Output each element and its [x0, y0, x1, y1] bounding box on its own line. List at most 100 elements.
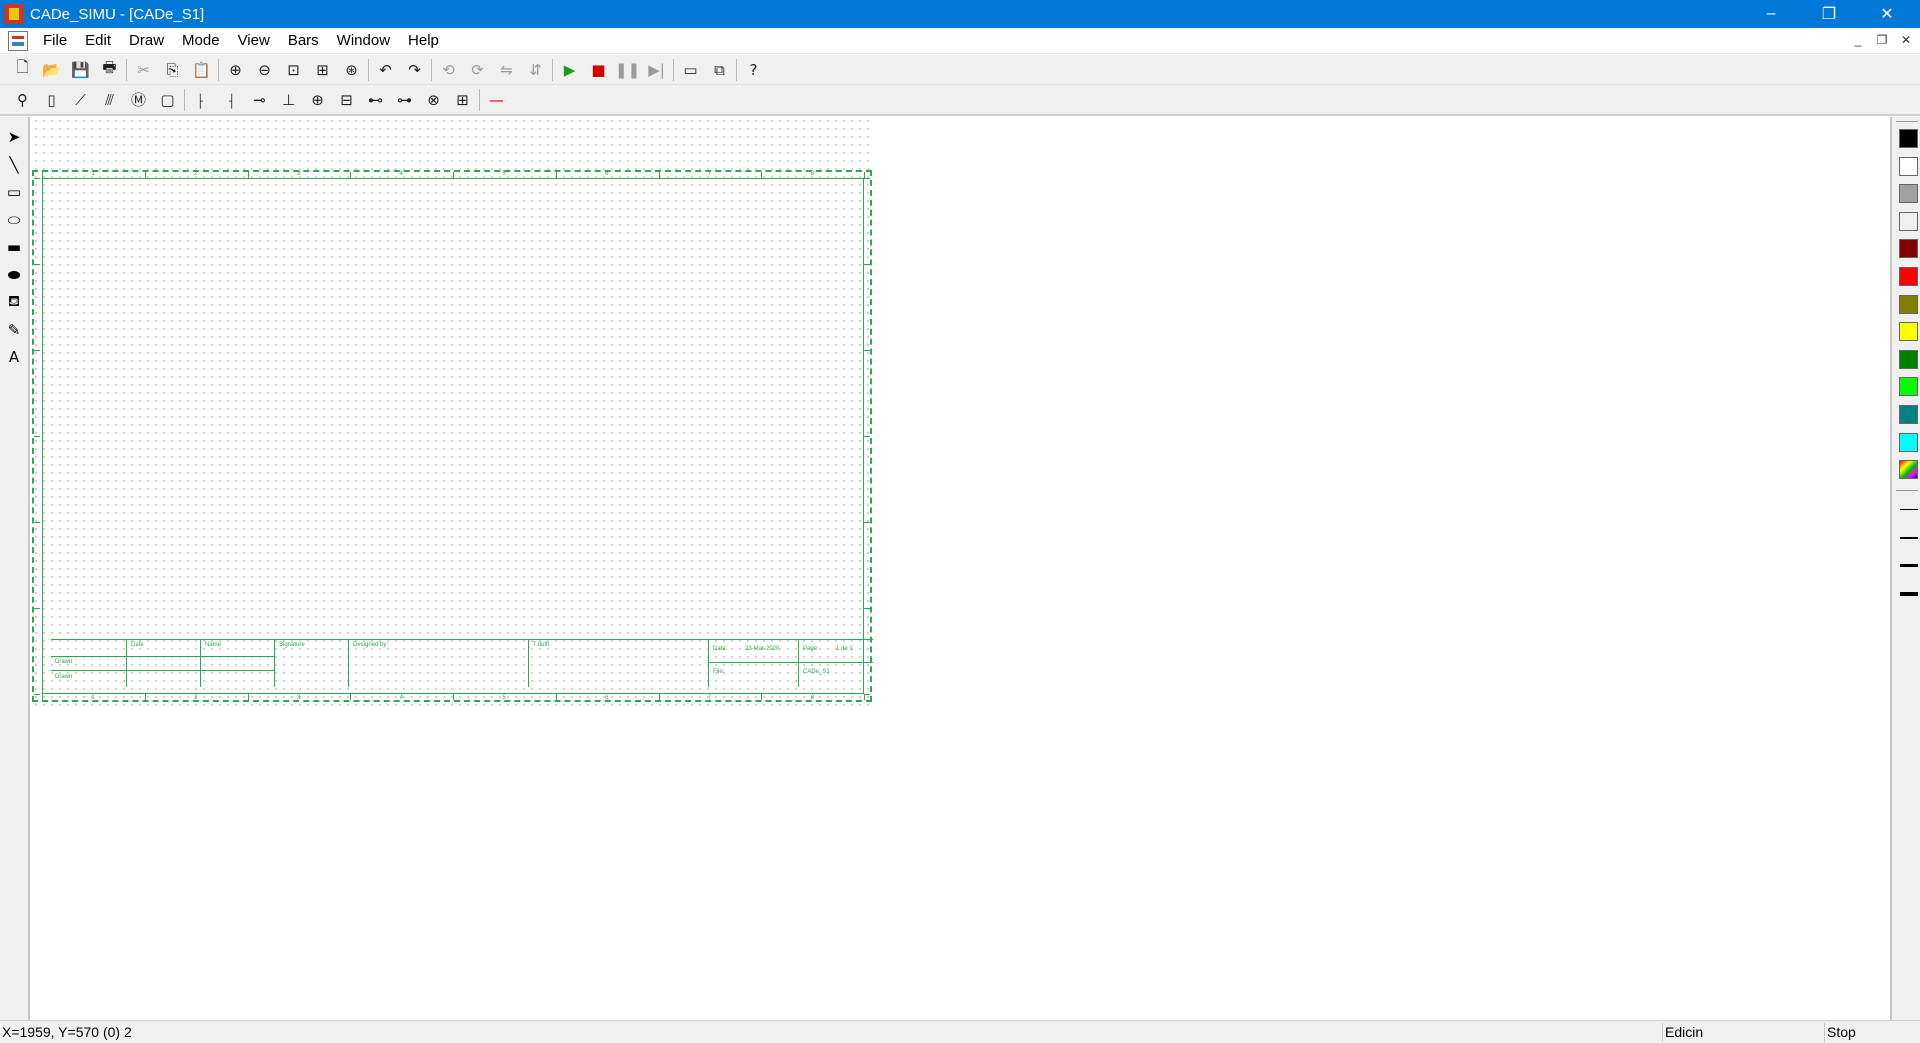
step-icon[interactable]: ▶|	[642, 57, 671, 83]
cade-simu-app-icon	[4, 4, 24, 24]
paste-icon[interactable]: 📋	[187, 57, 216, 83]
three-phase-switch-icon[interactable]: ⫻	[95, 87, 124, 113]
zoom-in-icon[interactable]: ⊕	[221, 57, 250, 83]
mdi-close-button[interactable]: ✕	[1896, 30, 1916, 50]
fuse-icon[interactable]: ▯	[37, 87, 66, 113]
zoom-window-icon[interactable]: ⊡	[279, 57, 308, 83]
pen-icon[interactable]: ✎	[2, 318, 26, 342]
app-window: CADe_SIMU - [CADe_S1] – ❐ ✕ File Edit Dr…	[0, 0, 1920, 1043]
redo-icon[interactable]: ↷	[400, 57, 429, 83]
document-icon[interactable]	[8, 30, 28, 51]
open-folder-icon[interactable]: 📂	[37, 57, 66, 83]
diode-icon[interactable]: ⊸	[245, 87, 274, 113]
tb-signature-label: Signature	[279, 642, 305, 648]
color-swatch[interactable]	[1899, 294, 1918, 314]
tb-page-value: 1 de 1	[836, 646, 853, 652]
color-swatch[interactable]	[1899, 349, 1918, 369]
color-swatch[interactable]	[1899, 184, 1918, 204]
contact-icon[interactable]: ⸠	[187, 87, 216, 113]
mdi-minimize-button[interactable]: _	[1848, 30, 1868, 50]
push-button-icon[interactable]: ⚲	[8, 87, 37, 113]
motor-icon[interactable]: Ⓜ	[124, 87, 153, 113]
sensor-icon[interactable]: ⊷	[361, 87, 390, 113]
menu-mode[interactable]: Mode	[173, 28, 229, 54]
terminal-icon[interactable]: ⊟	[332, 87, 361, 113]
junction-icon[interactable]: ⊥	[274, 87, 303, 113]
ruler-number: 3	[296, 171, 301, 177]
ellipse-icon[interactable]: ⬭	[2, 208, 26, 232]
mirror-horizontal-icon[interactable]: ⇋	[492, 57, 521, 83]
copy-icon[interactable]: ⎘	[158, 57, 187, 83]
menu-draw[interactable]: Draw	[120, 28, 173, 54]
ruler-number: 2	[194, 695, 198, 701]
zoom-all-icon[interactable]: ⊛	[337, 57, 366, 83]
minimize-button[interactable]: –	[1742, 0, 1800, 28]
tb-drawn-label: Drawn	[55, 659, 73, 665]
undo-icon[interactable]: ↶	[371, 57, 400, 83]
color-swatch[interactable]	[1899, 211, 1918, 231]
mdi-restore-button[interactable]: ❐	[1872, 30, 1892, 50]
rotate-left-icon[interactable]: ⟲	[434, 57, 463, 83]
ruler-tick	[350, 172, 352, 178]
lamp-icon[interactable]: ⊗	[419, 87, 448, 113]
menu-view[interactable]: View	[229, 28, 279, 54]
color-swatch[interactable]	[1899, 322, 1918, 342]
node-icon[interactable]: ⊕	[303, 87, 332, 113]
color-swatch[interactable]	[1899, 432, 1918, 452]
menu-bars[interactable]: Bars	[279, 28, 328, 54]
resistor-icon[interactable]: ⊶	[390, 87, 419, 113]
menu-help[interactable]: Help	[399, 28, 448, 54]
color-swatch[interactable]	[1899, 405, 1918, 424]
contact-nc-icon[interactable]: ⸡	[216, 87, 245, 113]
select-arrow-icon[interactable]: ➤	[2, 125, 26, 149]
ruler-number: 5	[502, 171, 506, 177]
drawing-canvas[interactable]: Date Name Signature Designed by: T.duth …	[32, 117, 1888, 1020]
ruler-tick	[453, 694, 454, 700]
color-swatch[interactable]	[1899, 156, 1918, 176]
switch-icon[interactable]: ⟋	[66, 87, 95, 113]
text-icon[interactable]: A	[2, 345, 26, 369]
zoom-page-icon[interactable]: ⊞	[308, 57, 337, 83]
mirror-vertical-icon[interactable]: ⇵	[521, 57, 550, 83]
menu-file[interactable]: File	[34, 28, 76, 54]
windows-icon[interactable]: ⧉	[705, 57, 734, 83]
filled-rectangle-icon[interactable]: ▬	[2, 235, 26, 259]
pause-icon[interactable]: ❚❚	[613, 57, 642, 83]
rectangle-icon[interactable]: ▭	[2, 180, 26, 204]
color-swatch[interactable]	[1899, 267, 1918, 286]
menu-window[interactable]: Window	[328, 28, 399, 54]
color-swatch[interactable]	[1899, 377, 1918, 397]
toolbar-separator	[431, 58, 432, 81]
play-icon[interactable]: ▶	[555, 57, 584, 83]
close-button[interactable]: ✕	[1858, 0, 1916, 28]
stop-icon[interactable]: ■	[584, 57, 613, 83]
filled-ellipse-icon[interactable]: ⬬	[2, 263, 26, 287]
line-width-option[interactable]	[1900, 536, 1918, 539]
color-swatch[interactable]	[1899, 239, 1918, 259]
connector-icon[interactable]: ⊞	[448, 87, 477, 113]
wire-icon[interactable]: —	[482, 87, 511, 113]
restore-button[interactable]: ❐	[1800, 0, 1858, 28]
cut-icon[interactable]: ✂	[129, 57, 158, 83]
zoom-out-icon[interactable]: ⊖	[250, 57, 279, 83]
save-icon[interactable]: 💾	[66, 57, 95, 83]
title-block-line	[51, 670, 275, 671]
color-swatch[interactable]	[1899, 129, 1918, 148]
line-width-option[interactable]	[1900, 564, 1918, 567]
rotate-right-icon[interactable]: ⟳	[463, 57, 492, 83]
fill-bucket-icon[interactable]: ⛾	[2, 290, 26, 314]
custom-color-icon[interactable]	[1899, 460, 1918, 480]
drawing-frame-inner: Date Name Signature Designed by: T.duth …	[42, 178, 873, 694]
toolbar-separator	[126, 58, 127, 81]
window-icon[interactable]: ▭	[676, 57, 705, 83]
line-width-option[interactable]	[1900, 509, 1918, 510]
relay-coil-icon[interactable]: ▢	[153, 87, 182, 113]
title-block-cell	[529, 640, 709, 687]
menu-edit[interactable]: Edit	[76, 28, 120, 54]
line-icon[interactable]: ╲	[2, 153, 26, 177]
help-icon[interactable]: ?	[739, 57, 768, 83]
line-width-option[interactable]	[1900, 591, 1918, 596]
print-icon[interactable]: 🖶	[95, 57, 124, 83]
new-file-icon[interactable]: 🗋	[8, 57, 37, 83]
ruler-tick	[864, 264, 870, 265]
